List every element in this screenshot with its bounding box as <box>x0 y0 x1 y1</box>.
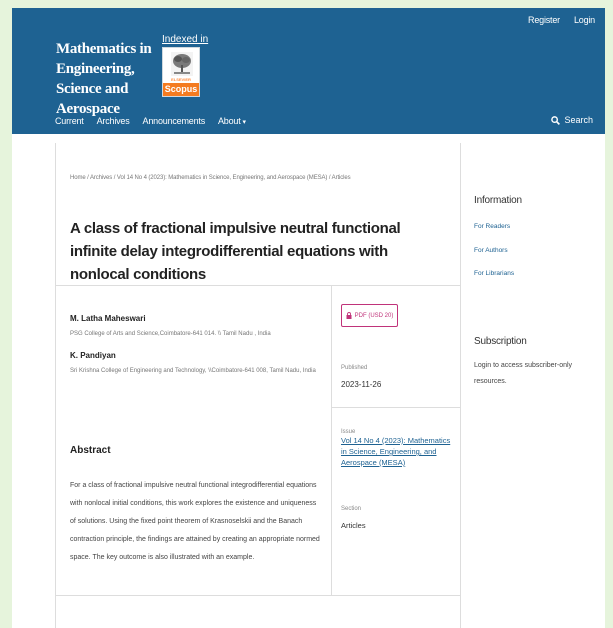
published-label: Published <box>341 365 368 371</box>
author-name: K. Pandiyan <box>70 351 116 360</box>
indexed-in-label[interactable]: Indexed in <box>162 34 208 45</box>
register-link[interactable]: Register <box>528 15 560 25</box>
nav-about-label: About <box>218 116 241 126</box>
sidebar-link-for-librarians[interactable]: For Librarians <box>474 270 514 277</box>
author-affiliation: PSG College of Arts and Science,Coimbato… <box>70 331 271 337</box>
abstract-text: For a class of fractional impulsive neut… <box>70 482 320 561</box>
divider <box>332 407 461 408</box>
section-value: Articles <box>341 521 366 530</box>
information-heading: Information <box>474 195 522 206</box>
chevron-down-icon: ▾ <box>242 119 247 126</box>
nav-current[interactable]: Current <box>55 116 84 126</box>
divider <box>56 595 461 596</box>
sidebar-link-for-readers[interactable]: For Readers <box>474 223 510 230</box>
issue-link[interactable]: Vol 14 No 4 (2023): Mathematics in Scien… <box>341 435 451 468</box>
search-icon <box>551 115 561 125</box>
author-item: K. Pandiyan Sri Krishna College of Engin… <box>70 351 320 377</box>
author-name: M. Latha Maheswari <box>70 314 146 323</box>
lock-icon <box>346 312 352 319</box>
scopus-logo[interactable]: ELSEVIER Scopus <box>162 47 200 97</box>
search-button[interactable]: Search <box>551 115 593 125</box>
main-nav: Current Archives Announcements About ▾ <box>55 116 246 126</box>
breadcrumb[interactable]: Home / Archives / Vol 14 No 4 (2023): Ma… <box>70 175 351 181</box>
column-divider <box>331 285 332 595</box>
elsevier-wordmark: ELSEVIER <box>171 77 191 82</box>
scopus-wordmark: Scopus <box>163 83 199 96</box>
divider <box>56 285 461 286</box>
site-title[interactable]: Mathematics in Engineering, Science and … <box>56 39 166 119</box>
published-date: 2023-11-26 <box>341 380 382 389</box>
article-title: A class of fractional impulsive neutral … <box>70 220 401 283</box>
page: Register Login Mathematics in Engineerin… <box>12 8 605 628</box>
section-label: Section <box>341 506 362 512</box>
subscription-text: Login to access subscriber-only resource… <box>474 362 573 385</box>
nav-archives[interactable]: Archives <box>97 116 130 126</box>
sidebar-link-for-authors[interactable]: For Authors <box>474 247 508 254</box>
subscription-heading: Subscription <box>474 336 527 347</box>
login-link[interactable]: Login <box>574 15 595 25</box>
author-item: M. Latha Maheswari PSG College of Arts a… <box>70 314 320 340</box>
elsevier-tree-icon <box>171 52 193 76</box>
abstract-heading: Abstract <box>70 445 111 456</box>
user-nav: Register Login <box>528 15 595 25</box>
search-label: Search <box>564 115 593 125</box>
article-content: Home / Archives / Vol 14 No 4 (2023): Ma… <box>55 143 461 628</box>
nav-about[interactable]: About ▾ <box>218 116 246 126</box>
site-header: Register Login Mathematics in Engineerin… <box>12 8 605 134</box>
author-list: M. Latha Maheswari PSG College of Arts a… <box>70 314 320 388</box>
author-affiliation: Sri Krishna College of Engineering and T… <box>70 368 316 374</box>
pdf-download-button[interactable]: PDF (USD 20) <box>341 304 398 327</box>
nav-announcements[interactable]: Announcements <box>143 116 206 126</box>
pdf-button-label: PDF (USD 20) <box>354 312 394 319</box>
